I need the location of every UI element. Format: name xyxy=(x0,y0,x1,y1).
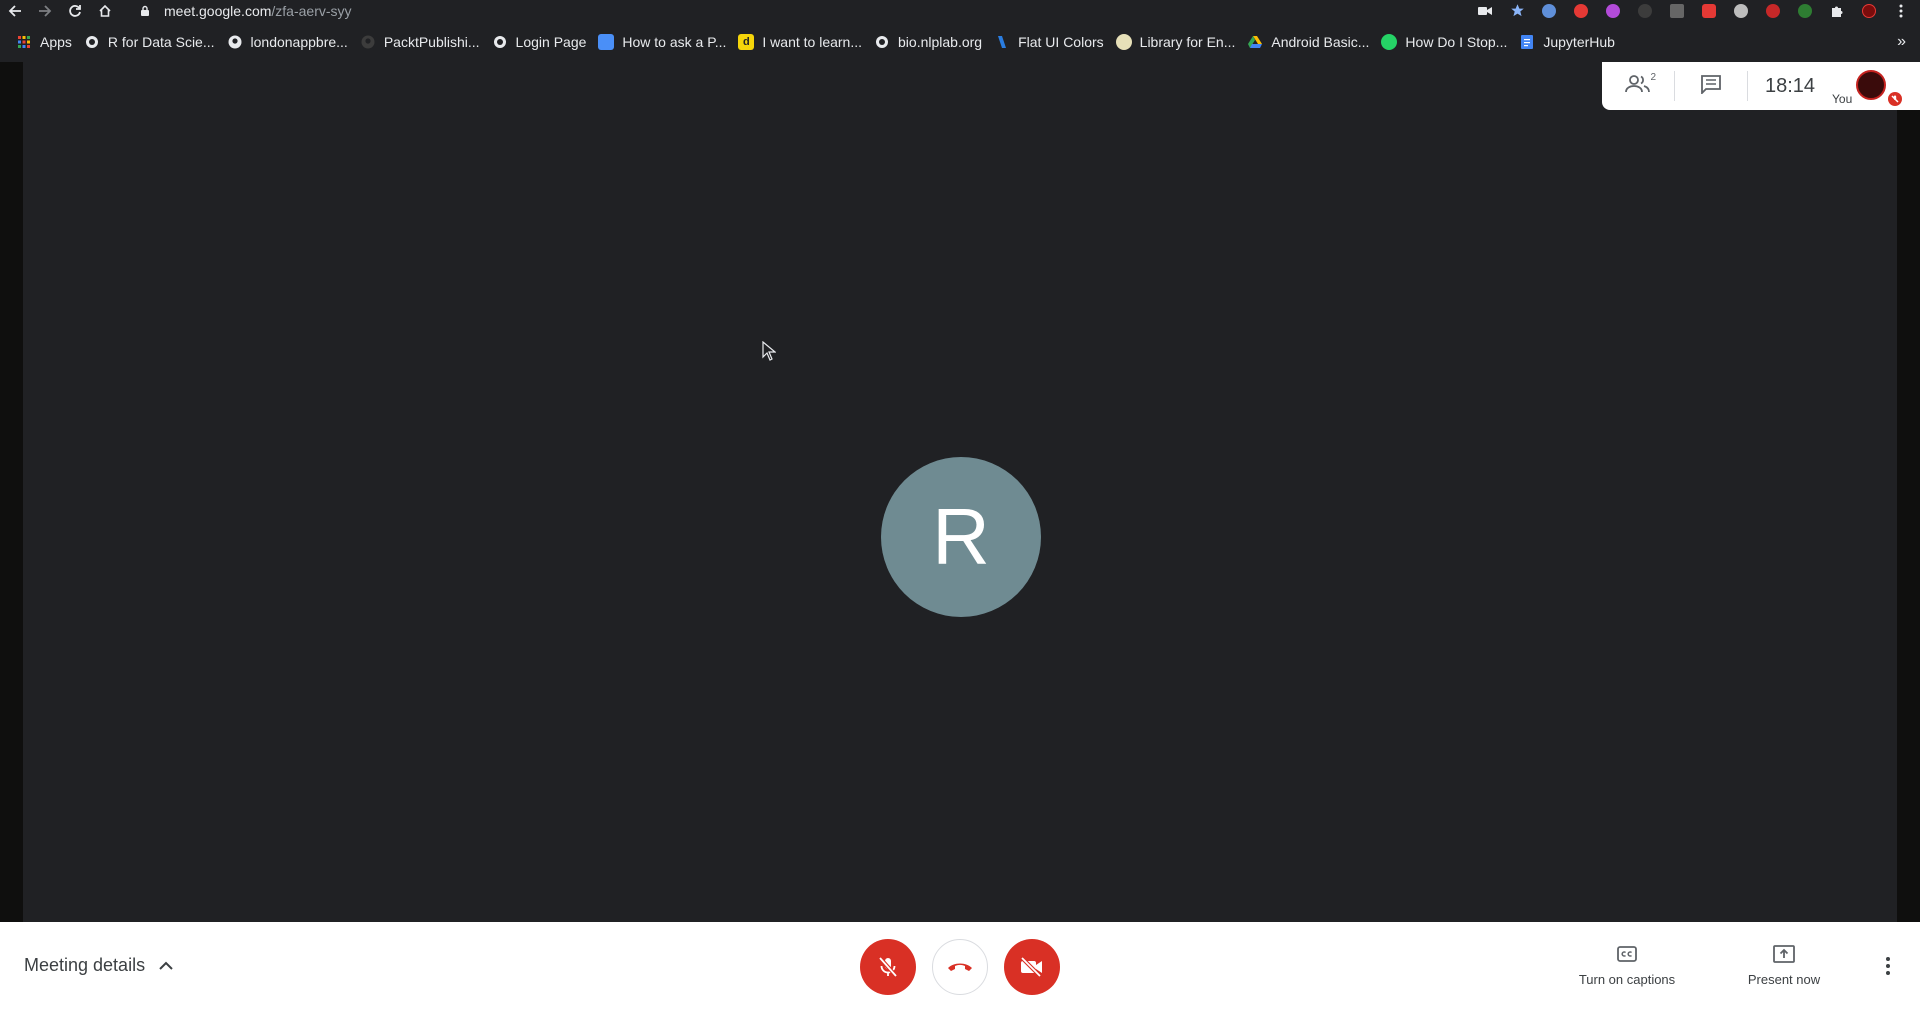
extension-purple-icon[interactable] xyxy=(1600,0,1626,21)
bookmark-library-for-en[interactable]: Library for En... xyxy=(1112,28,1244,56)
leave-call-button[interactable] xyxy=(932,939,988,995)
extension-green-icon[interactable] xyxy=(1792,0,1818,21)
extension-bird-icon[interactable] xyxy=(1728,0,1754,21)
more-options-icon[interactable] xyxy=(1876,946,1900,986)
flat-ui-icon xyxy=(994,34,1010,50)
url-host: meet.google.com xyxy=(164,2,272,19)
drive-icon xyxy=(1247,34,1263,50)
home-button[interactable] xyxy=(90,0,120,21)
github-icon xyxy=(360,34,376,50)
globe-icon xyxy=(84,34,100,50)
self-avatar xyxy=(1856,70,1886,100)
bookmark-label: How Do I Stop... xyxy=(1405,33,1508,50)
microphone-toggle-button[interactable] xyxy=(860,939,916,995)
bookmark-label: Apps xyxy=(40,33,72,50)
self-view-tile[interactable]: You xyxy=(1832,62,1906,110)
library-icon xyxy=(1115,33,1132,50)
chat-button[interactable] xyxy=(1675,62,1747,110)
extension-red2-icon[interactable] xyxy=(1760,0,1786,21)
bookmark-i-want-to-learn[interactable]: d I want to learn... xyxy=(734,28,870,56)
camera-off-icon xyxy=(1020,956,1042,978)
apps-grid-icon xyxy=(16,34,32,50)
url-path: /zfa-aerv-syy xyxy=(271,2,352,19)
extension-search-icon[interactable] xyxy=(1536,0,1562,21)
address-bar[interactable]: meet.google.com/zfa-aerv-syy xyxy=(140,0,1450,21)
browser-toolbar: meet.google.com/zfa-aerv-syy xyxy=(0,0,1920,21)
participant-count: 2 xyxy=(1650,72,1656,83)
meeting-details-button[interactable]: Meeting details xyxy=(24,922,173,1009)
shield-blue-icon xyxy=(598,33,615,50)
d-yellow-icon: d xyxy=(738,33,755,50)
bookmark-how-do-i-stop[interactable]: How Do I Stop... xyxy=(1377,28,1515,56)
bookmark-login-page[interactable]: Login Page xyxy=(488,28,595,56)
bookmark-label: Android Basic... xyxy=(1271,33,1370,50)
meeting-clock: 18:14 xyxy=(1764,74,1816,97)
bookmark-label: I want to learn... xyxy=(762,33,863,50)
bookmark-label: How to ask a P... xyxy=(622,33,727,50)
browser-menu-icon[interactable] xyxy=(1888,0,1914,21)
captions-button[interactable]: Turn on captions xyxy=(1562,942,1692,987)
bookmark-label: bio.nlplab.org xyxy=(898,33,983,50)
camera-icon[interactable] xyxy=(1472,0,1498,21)
back-button[interactable] xyxy=(0,0,30,21)
mic-off-icon xyxy=(878,956,898,978)
bookmark-label: londonappbre... xyxy=(250,33,348,50)
bookmark-how-to-ask[interactable]: How to ask a P... xyxy=(594,28,734,56)
bookmark-apps[interactable]: Apps xyxy=(12,28,80,56)
bookmark-star-icon[interactable] xyxy=(1504,0,1530,21)
bookmark-label: Login Page xyxy=(515,33,587,50)
bookmark-flat-ui-colors[interactable]: Flat UI Colors xyxy=(990,28,1112,56)
reload-button[interactable] xyxy=(60,0,90,21)
whatsapp-icon xyxy=(1381,33,1398,50)
self-label: You xyxy=(1832,92,1853,106)
present-screen-icon xyxy=(1773,942,1795,966)
bookmark-jupyterhub[interactable]: JupyterHub xyxy=(1515,28,1623,56)
globe-icon xyxy=(492,34,508,50)
present-now-button[interactable]: Present now xyxy=(1719,942,1849,987)
self-muted-icon xyxy=(1888,92,1902,106)
stage-right-edge xyxy=(1897,62,1920,922)
bookmarks-bar: Apps R for Data Scie... londonappbre... … xyxy=(0,21,1920,62)
bookmarks-overflow-icon[interactable]: » xyxy=(1897,21,1906,62)
meeting-info-panel: 2 18:14 You xyxy=(1602,62,1920,110)
bookmark-londonappbrewery[interactable]: londonappbre... xyxy=(223,28,356,56)
docs-icon xyxy=(1519,34,1535,50)
extensions-area xyxy=(1472,0,1920,21)
camera-toggle-button[interactable] xyxy=(1004,939,1060,995)
extensions-puzzle-icon[interactable] xyxy=(1824,0,1850,21)
globe-icon xyxy=(874,34,890,50)
bookmark-label: Flat UI Colors xyxy=(1018,33,1104,50)
hang-up-icon xyxy=(948,963,972,971)
bookmark-packtpublishing[interactable]: PacktPublishi... xyxy=(356,28,488,56)
meeting-details-label: Meeting details xyxy=(24,955,146,975)
bookmark-label: R for Data Scie... xyxy=(107,33,215,50)
bookmark-label: JupyterHub xyxy=(1543,33,1615,50)
stage-left-edge xyxy=(0,62,23,922)
github-icon xyxy=(227,34,243,50)
extension-youtube-icon[interactable] xyxy=(1696,0,1722,21)
profile-avatar-icon[interactable] xyxy=(1856,0,1882,21)
present-label: Present now xyxy=(1747,972,1821,987)
bookmark-android-basics[interactable]: Android Basic... xyxy=(1243,28,1377,56)
bookmark-bio-nlplab[interactable]: bio.nlplab.org xyxy=(870,28,990,56)
lock-icon xyxy=(140,5,152,17)
captions-label: Turn on captions xyxy=(1578,972,1676,987)
meeting-stage: R xyxy=(0,62,1920,922)
participant-avatar: R xyxy=(881,457,1041,617)
participants-button[interactable]: 2 xyxy=(1602,62,1674,110)
meeting-controls-bar: Meeting details Turn on captions Present… xyxy=(0,922,1920,1009)
mouse-cursor-icon xyxy=(762,340,777,366)
extension-box-icon[interactable] xyxy=(1664,0,1690,21)
bookmark-label: PacktPublishi... xyxy=(383,33,480,50)
chat-icon xyxy=(1700,74,1722,99)
chevron-up-icon xyxy=(159,961,173,970)
bookmark-r-for-data-science[interactable]: R for Data Scie... xyxy=(80,28,223,56)
closed-captions-icon xyxy=(1617,942,1637,966)
bookmark-label: Library for En... xyxy=(1139,33,1236,50)
people-icon xyxy=(1625,74,1651,99)
forward-button[interactable] xyxy=(30,0,60,21)
extension-gray-icon[interactable] xyxy=(1632,0,1658,21)
extension-red-icon[interactable] xyxy=(1568,0,1594,21)
